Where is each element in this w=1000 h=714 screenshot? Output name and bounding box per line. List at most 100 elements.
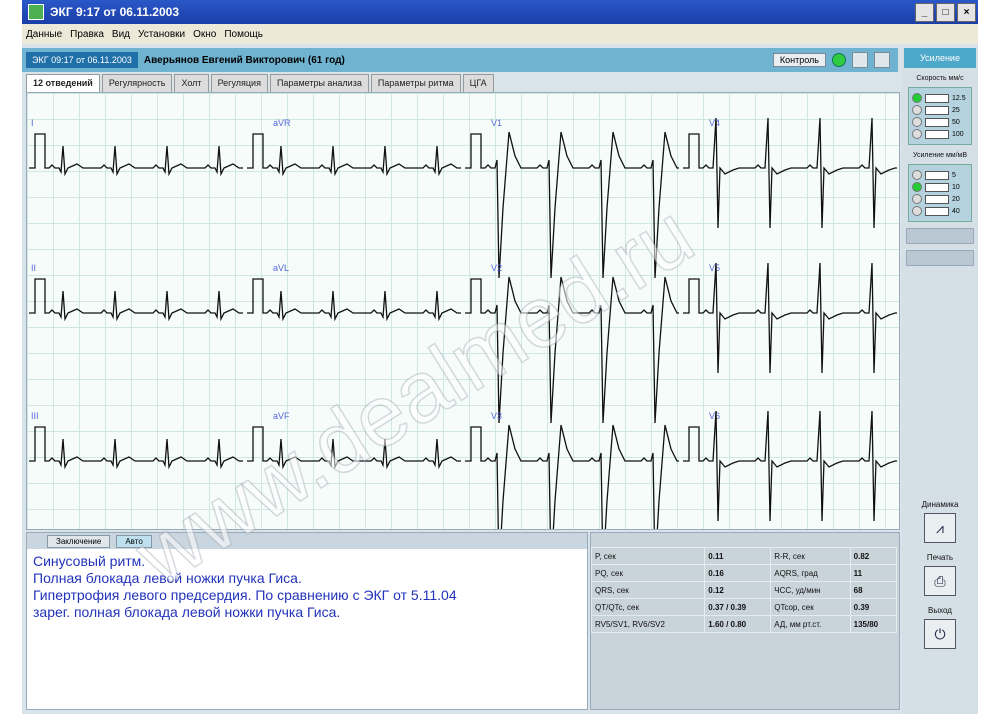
measure-value: 11: [849, 564, 898, 582]
tab-cga[interactable]: ЦГА: [462, 74, 494, 92]
measure-label: QT/QTc, сек: [590, 598, 706, 616]
option-label: 100: [952, 130, 964, 138]
measure-value: 1.60 / 0.80: [704, 615, 772, 633]
amp-option[interactable]: 10: [912, 182, 968, 192]
menu-bar: Данные Правка Вид Установки Окно Помощь: [22, 24, 978, 44]
lead-label: V4: [709, 118, 720, 128]
measure-label: R-R, сек: [770, 547, 851, 565]
print-button[interactable]: ⎙: [924, 566, 956, 596]
ecg-panel[interactable]: IaVR V1 V4 II aVL V2 V5 III aVF V3 V6: [26, 92, 900, 530]
measure-label: ЧСС, уд/мин: [770, 581, 851, 599]
radio-icon: [912, 129, 922, 139]
lead-label: aVR: [273, 118, 291, 128]
close-panel-icon[interactable]: [874, 52, 890, 68]
tab-regularity[interactable]: Регулярность: [101, 74, 173, 92]
radio-icon: [912, 105, 922, 115]
tab-conclusion[interactable]: Заключение: [47, 534, 111, 548]
measure-value: 135/80: [849, 615, 898, 633]
sidebar-header: Усиление: [904, 48, 976, 68]
table-row: PQ, сек 0.16 AQRS, град 11: [590, 564, 898, 582]
tab-regulation[interactable]: Регуляция: [210, 74, 268, 92]
ecg-trace-v3: [465, 424, 679, 529]
speed-group: 12.5 25 50 100: [908, 87, 972, 145]
lead-label: V5: [709, 263, 720, 273]
amp-option[interactable]: 20: [912, 194, 968, 204]
measure-value: 0.39: [849, 598, 898, 616]
ecg-trace-v2: [465, 276, 679, 424]
tab-auto[interactable]: Авто: [116, 534, 152, 548]
conclusion-line: Гипертрофия левого предсердия. По сравне…: [33, 587, 457, 603]
measure-label: AQRS, град: [770, 564, 851, 582]
table-row: QT/QTc, сек 0.37 / 0.39 QTcор, сек 0.39: [590, 598, 898, 616]
scale-icon: [925, 206, 949, 216]
minimize-button[interactable]: _: [915, 3, 934, 22]
sidebar-divider: [906, 228, 974, 244]
maximize-button[interactable]: □: [936, 3, 955, 22]
option-label: 25: [952, 106, 960, 114]
ecg-trace-iii: [29, 426, 243, 470]
radio-icon: [912, 194, 922, 204]
measure-label: RV5/SV1, RV6/SV2: [590, 615, 706, 633]
ecg-trace-v4: [683, 117, 897, 229]
speed-option[interactable]: 100: [912, 129, 968, 139]
radio-icon: [912, 182, 922, 192]
ecg-trace-v5: [683, 262, 897, 374]
speed-option[interactable]: 12.5: [912, 93, 968, 103]
menu-settings[interactable]: Установки: [138, 29, 185, 40]
scale-icon: [925, 129, 949, 139]
option-label: 40: [952, 207, 960, 215]
amp-option[interactable]: 5: [912, 170, 968, 180]
menu-edit[interactable]: Правка: [70, 29, 104, 40]
ecg-trace-ii: [29, 278, 243, 322]
conclusion-line: Полная блокада левой ножки пучка Гиса.: [33, 570, 302, 586]
window-title: ЭКГ 9:17 от 06.11.2003: [50, 5, 179, 19]
speed-option[interactable]: 25: [912, 105, 968, 115]
amp-option[interactable]: 40: [912, 206, 968, 216]
tab-12-leads[interactable]: 12 отведений: [26, 74, 100, 92]
menu-window[interactable]: Окно: [193, 29, 216, 40]
scale-icon: [925, 105, 949, 115]
print-label: Печать: [926, 553, 954, 562]
patient-name: Аверьянов Евгений Викторович (61 год): [143, 54, 345, 66]
menu-help[interactable]: Помощь: [224, 29, 263, 40]
control-button[interactable]: Контроль: [772, 53, 826, 67]
option-label: 5: [952, 171, 956, 179]
exit-button[interactable]: ⏻: [924, 619, 956, 649]
lead-label: I: [31, 118, 34, 128]
lead-label: V6: [709, 411, 720, 421]
radio-icon: [912, 206, 922, 216]
menu-view[interactable]: Вид: [112, 29, 130, 40]
patient-bar: ЭКГ 09:17 от 06.11.2003 Аверьянов Евгени…: [22, 48, 898, 72]
menu-data[interactable]: Данные: [26, 29, 62, 40]
tab-bar: 12 отведений Регулярность Холт Регуляция…: [26, 74, 898, 92]
radio-icon: [912, 170, 922, 180]
conclusion-line: зарег. полная блокада левой ножки пучка …: [33, 604, 341, 620]
ecg-trace-i: [29, 133, 243, 177]
measure-value: 0.37 / 0.39: [704, 598, 772, 616]
lead-label: aVL: [273, 263, 289, 273]
ecg-trace-avf: [247, 426, 461, 470]
speed-option[interactable]: 50: [912, 117, 968, 127]
option-label: 12.5: [952, 94, 966, 102]
exit-label: Выход: [928, 606, 952, 615]
conclusion-text[interactable]: Синусовый ритм. Полная блокада левой нож…: [27, 549, 587, 625]
table-row: RV5/SV1, RV6/SV2 1.60 / 0.80 АД, мм рт.с…: [590, 615, 898, 633]
dynamics-button[interactable]: ⩘: [924, 513, 956, 543]
tab-analysis-params[interactable]: Параметры анализа: [269, 74, 369, 92]
tab-rhythm-params[interactable]: Параметры ритма: [370, 74, 461, 92]
minimize-panel-icon[interactable]: [852, 52, 868, 68]
lead-label: V1: [491, 118, 502, 128]
conclusion-panel: Заключение Авто Синусовый ритм. Полная б…: [26, 532, 588, 710]
tab-holter[interactable]: Холт: [174, 74, 209, 92]
ecg-trace-v1: [465, 131, 679, 279]
lead-label: V3: [491, 411, 502, 421]
measure-value: 0.16: [704, 564, 772, 582]
measurements-panel: P, сек 0.11 R-R, сек 0.82 PQ, сек 0.16 A…: [590, 532, 900, 710]
chart-icon: ⩘: [936, 520, 944, 536]
close-button[interactable]: ×: [957, 3, 976, 22]
ecg-trace-avr: [247, 133, 461, 177]
printer-icon: ⎙: [934, 573, 946, 589]
radio-icon: [912, 117, 922, 127]
lead-label: V2: [491, 263, 502, 273]
app-icon: [28, 4, 44, 20]
